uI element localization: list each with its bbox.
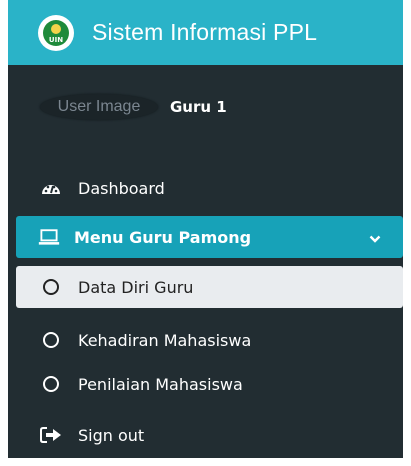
submenu-item-penilaian-mahasiswa[interactable]: Penilaian Mahasiswa: [8, 364, 403, 404]
submenu-item-label: Data Diri Guru: [78, 277, 194, 297]
circle-icon: [40, 376, 62, 392]
user-name: Guru 1: [170, 98, 227, 116]
sidebar: UIN Sistem Informasi PPL User Image Guru…: [8, 0, 403, 458]
sidebar-item-label: Menu Guru Pamong: [74, 227, 252, 247]
submenu-item-label: Penilaian Mahasiswa: [78, 374, 243, 394]
app-title: Sistem Informasi PPL: [92, 19, 318, 45]
user-panel: User Image Guru 1: [8, 72, 403, 142]
sidebar-item-menu-guru-pamong[interactable]: Menu Guru Pamong: [16, 216, 403, 258]
logo-emblem-icon: UIN: [43, 19, 69, 46]
submenu-item-kehadiran-mahasiswa[interactable]: Kehadiran Mahasiswa: [8, 320, 403, 360]
uin-logo: UIN: [38, 14, 74, 51]
chevron-down-icon[interactable]: [369, 228, 381, 247]
page-frame: UIN Sistem Informasi PPL User Image Guru…: [0, 0, 411, 466]
submenu-item-label: Kehadiran Mahasiswa: [78, 330, 252, 350]
sidebar-header[interactable]: UIN Sistem Informasi PPL: [8, 0, 403, 65]
user-avatar: User Image: [40, 94, 158, 120]
logo-text: UIN: [48, 35, 64, 44]
sign-out-icon: [40, 427, 62, 443]
circle-icon: [40, 332, 62, 348]
sidebar-item-sign-out[interactable]: Sign out: [8, 415, 403, 455]
dashboard-gauge-icon: [40, 180, 62, 196]
user-image-alt-text: User Image: [57, 98, 141, 115]
laptop-icon: [38, 227, 60, 247]
sidebar-item-label: Dashboard: [78, 178, 165, 198]
submenu-item-data-diri-guru[interactable]: Data Diri Guru: [16, 266, 403, 308]
sidebar-item-label: Sign out: [78, 425, 145, 445]
circle-icon: [40, 279, 62, 295]
sidebar-item-dashboard[interactable]: Dashboard: [8, 168, 403, 208]
